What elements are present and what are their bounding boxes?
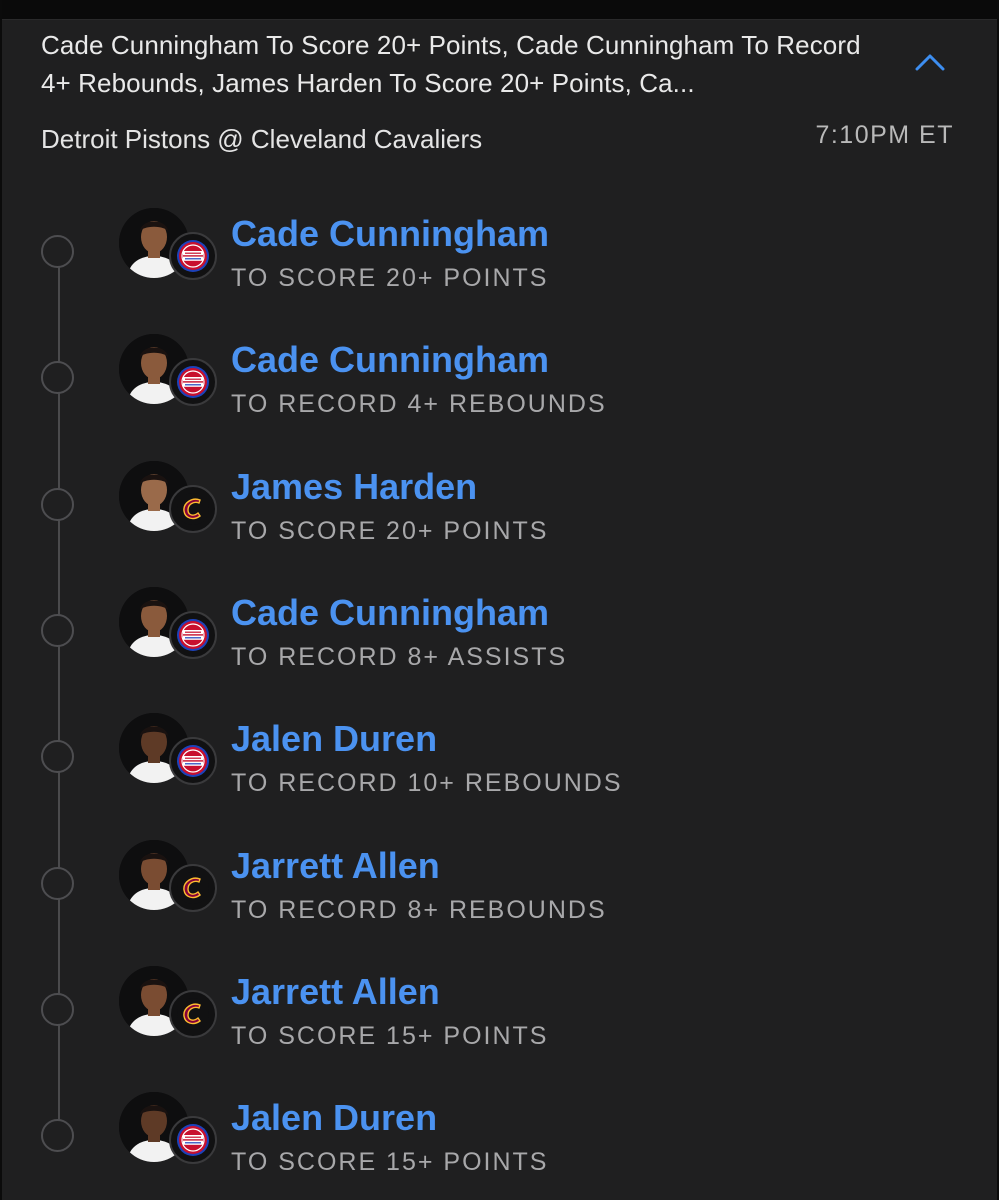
game-time: 7:10PM ET: [815, 121, 954, 149]
player-name: Cade Cunningham: [231, 592, 550, 633]
player-avatar-group: [119, 966, 219, 1044]
pistons-logo-icon: [169, 611, 217, 659]
parlay-leg: Jarrett Allen TO SCORE 15+ POINTS: [0, 966, 999, 1076]
pistons-logo-icon: [169, 232, 217, 280]
market-label: TO SCORE 20+ POINTS: [231, 264, 549, 292]
pistons-logo-icon: [169, 737, 217, 785]
parlay-leg: James Harden TO SCORE 20+ POINTS: [0, 461, 999, 571]
parlay-leg: Cade Cunningham TO RECORD 4+ REBOUNDS: [0, 334, 999, 444]
parlay-leg: Cade Cunningham TO SCORE 20+ POINTS: [0, 208, 999, 318]
timeline-node: [41, 867, 74, 900]
parlay-leg: Jalen Duren TO RECORD 10+ REBOUNDS: [0, 713, 999, 823]
player-name: Jalen Duren: [231, 718, 438, 759]
player-name: James Harden: [231, 466, 478, 507]
player-name: Jarrett Allen: [231, 845, 440, 886]
market-label: TO RECORD 4+ REBOUNDS: [231, 390, 607, 418]
pistons-logo-icon: [169, 1116, 217, 1164]
parlay-leg: Jalen Duren TO SCORE 15+ POINTS: [0, 1092, 999, 1200]
timeline-node: [41, 361, 74, 394]
player-avatar-group: [119, 208, 219, 286]
player-name: Cade Cunningham: [231, 213, 550, 254]
cavaliers-logo-icon: [169, 864, 217, 912]
player-avatar-group: [119, 334, 219, 412]
market-label: TO RECORD 8+ ASSISTS: [231, 643, 568, 671]
cavaliers-logo-icon: [169, 485, 217, 533]
cavaliers-logo-icon: [169, 990, 217, 1038]
player-avatar-group: [119, 1092, 219, 1170]
market-label: TO RECORD 8+ REBOUNDS: [231, 896, 607, 924]
pistons-logo-icon: [169, 358, 217, 406]
player-avatar-group: [119, 587, 219, 665]
chevron-up-icon: [915, 54, 945, 71]
market-label: TO SCORE 15+ POINTS: [231, 1148, 549, 1176]
player-name: Cade Cunningham: [231, 339, 550, 380]
collapse-button[interactable]: [906, 40, 954, 84]
player-name: Jalen Duren: [231, 1097, 438, 1138]
timeline-node: [41, 614, 74, 647]
timeline-node: [41, 740, 74, 773]
timeline-node: [41, 1119, 74, 1152]
player-avatar-group: [119, 461, 219, 539]
timeline-node: [41, 488, 74, 521]
timeline-node: [41, 235, 74, 268]
market-label: TO SCORE 15+ POINTS: [231, 1022, 549, 1050]
parlay-title: Cade Cunningham To Score 20+ Points, Cad…: [41, 30, 861, 98]
bet-slip-page: Cade Cunningham To Score 20+ Points, Cad…: [0, 0, 999, 1200]
top-divider: [0, 0, 999, 20]
parlay-leg: Jarrett Allen TO RECORD 8+ REBOUNDS: [0, 840, 999, 950]
player-avatar-group: [119, 713, 219, 791]
player-avatar-group: [119, 840, 219, 918]
market-label: TO RECORD 10+ REBOUNDS: [231, 769, 623, 797]
market-label: TO SCORE 20+ POINTS: [231, 517, 549, 545]
player-name: Jarrett Allen: [231, 971, 440, 1012]
timeline-node: [41, 993, 74, 1026]
parlay-leg: Cade Cunningham TO RECORD 8+ ASSISTS: [0, 587, 999, 697]
game-matchup: Detroit Pistons @ Cleveland Cavaliers: [41, 124, 483, 154]
